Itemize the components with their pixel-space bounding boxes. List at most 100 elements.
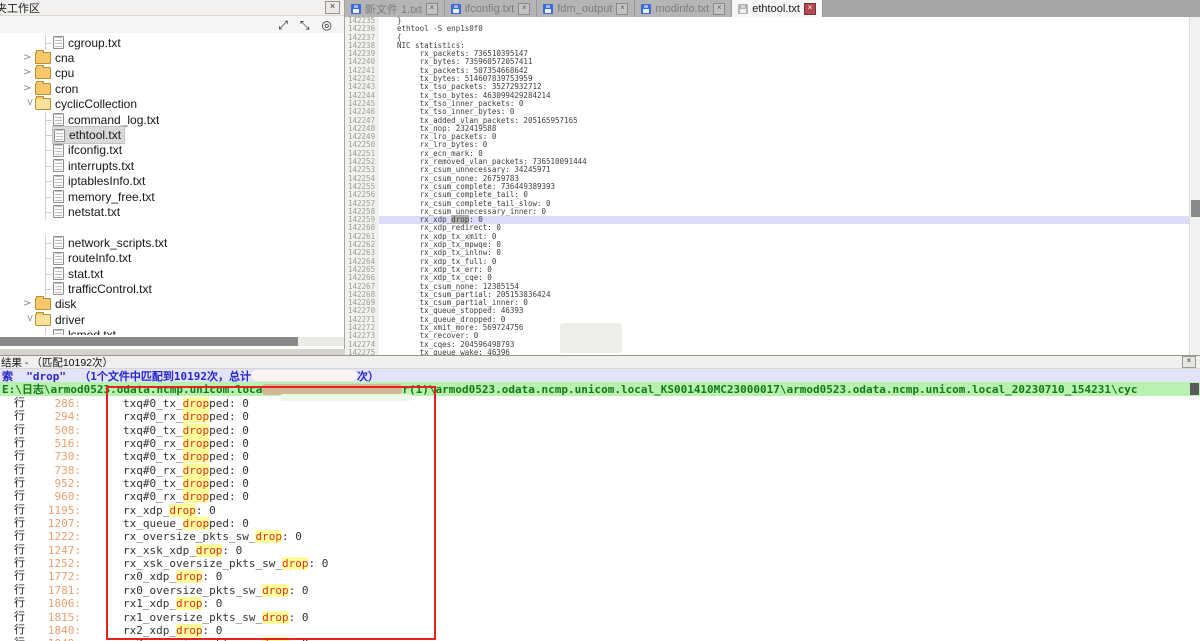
- result-row[interactable]: 行1806:rx1_xdp_drop: 0: [0, 597, 1200, 610]
- result-row[interactable]: 行294:rxq#0_rx_dropped: 0: [0, 410, 1200, 423]
- file-icon: [53, 329, 64, 335]
- tree-item-stat.txt[interactable]: stat.txt: [0, 266, 344, 281]
- tree-connector: [45, 204, 53, 219]
- tree-item-memory_free.txt[interactable]: memory_free.txt: [0, 189, 344, 204]
- match-prefix: txq#0_tx_: [123, 424, 183, 437]
- tab-新文件 1.txt[interactable]: 新文件 1.txt×: [345, 0, 445, 17]
- match-highlight: drop: [262, 637, 289, 641]
- match-highlight: drop: [183, 397, 210, 410]
- row-label: 行: [14, 490, 28, 503]
- result-row[interactable]: 行730:txq#0_tx_dropped: 0: [0, 450, 1200, 463]
- match-highlight: drop: [169, 504, 196, 517]
- tab-close-button[interactable]: ×: [426, 3, 438, 15]
- result-row[interactable]: 行1252:rx_xsk_oversize_pkts_sw_drop: 0: [0, 557, 1200, 570]
- chevron-right-icon[interactable]: >: [23, 53, 35, 63]
- tab-close-button[interactable]: ×: [713, 3, 725, 15]
- scrollbar-thumb[interactable]: [1191, 200, 1200, 217]
- result-row[interactable]: 行1849:rx2_oversize_pkts_sw_drop: 0: [0, 637, 1200, 641]
- tree-item-cna[interactable]: >cna: [0, 50, 344, 65]
- match-suffix: : 0: [282, 530, 302, 543]
- result-row[interactable]: 行738:rxq#0_rx_dropped: 0: [0, 464, 1200, 477]
- tree-item-network_scripts.txt[interactable]: network_scripts.txt: [0, 235, 344, 250]
- match-highlight: drop: [262, 611, 289, 624]
- tree-item-cgroup.txt[interactable]: cgroup.txt: [0, 35, 344, 50]
- tree-horizontal-scrollbar[interactable]: [0, 337, 344, 346]
- tree-item-driver[interactable]: >driver: [0, 312, 344, 327]
- tree-item-disk[interactable]: >disk: [0, 297, 344, 312]
- tab-close-button[interactable]: ×: [616, 3, 628, 15]
- tree-item-netstat.txt[interactable]: netstat.txt: [0, 204, 344, 219]
- save-icon: [543, 4, 553, 14]
- match-prefix: rx_oversize_pkts_sw_: [123, 530, 255, 543]
- result-row[interactable]: 行1222:rx_oversize_pkts_sw_drop: 0: [0, 530, 1200, 543]
- match-suffix: : 0: [289, 584, 309, 597]
- results-close-button[interactable]: ×: [1182, 356, 1196, 368]
- code-text: rx_xdp_redirect: 0: [379, 224, 1189, 232]
- tab-ethtool.txt[interactable]: ethtool.txt×: [732, 0, 823, 17]
- tree-connector: [45, 266, 53, 281]
- chevron-down-icon[interactable]: >: [24, 314, 34, 326]
- tree-item-command_log.txt[interactable]: command_log.txt: [0, 112, 344, 127]
- match-suffix: ped: 0: [209, 464, 249, 477]
- tree-item-trafficControl.txt[interactable]: trafficControl.txt: [0, 281, 344, 296]
- code-text: {: [379, 34, 1189, 42]
- expand-all-icon[interactable]: ⤢: [278, 19, 288, 31]
- result-row[interactable]: 行508:txq#0_tx_dropped: 0: [0, 424, 1200, 437]
- tab-modinfo.txt[interactable]: modinfo.txt×: [635, 0, 732, 17]
- tree-item-ethtool.txt[interactable]: ethtool.txt: [0, 127, 344, 142]
- row-label: 行: [14, 597, 28, 610]
- match-suffix: : 0: [202, 624, 222, 637]
- search-summary: 索 "drop" （1个文件中匹配到10192次，总计次）: [0, 369, 1200, 382]
- selected-file[interactable]: ethtool.txt: [53, 127, 124, 143]
- tree-item-iptablesInfo.txt[interactable]: iptablesInfo.txt: [0, 174, 344, 189]
- scrollbar-thumb[interactable]: [0, 337, 298, 346]
- row-content: rx1_xdp_drop: 0: [123, 597, 222, 610]
- result-row[interactable]: 行1781:rx0_oversize_pkts_sw_drop: 0: [0, 584, 1200, 597]
- match-prefix: txq#0_tx_: [123, 477, 183, 490]
- tree-item-cyclicCollection[interactable]: >cyclicCollection: [0, 97, 344, 112]
- result-row[interactable]: 行1772:rx0_xdp_drop: 0: [0, 570, 1200, 583]
- result-row[interactable]: 行960:rxq#0_rx_dropped: 0: [0, 490, 1200, 503]
- result-row[interactable]: 行1815:rx1_oversize_pkts_sw_drop: 0: [0, 611, 1200, 624]
- result-row[interactable]: 行1840:rx2_xdp_drop: 0: [0, 624, 1200, 637]
- tab-close-button[interactable]: ×: [518, 3, 530, 15]
- locate-file-icon[interactable]: ◎: [322, 19, 332, 31]
- code-text: }: [379, 17, 1189, 25]
- editor-text-area[interactable]: 142235}142236ethtool -S enp1s0f0142237{1…: [345, 17, 1189, 355]
- match-highlight: drop: [183, 437, 210, 450]
- match-highlight: drop: [196, 544, 223, 557]
- tree-item-lsmod.txt[interactable]: lsmod.txt: [0, 327, 344, 335]
- editor-vertical-scrollbar[interactable]: [1189, 17, 1200, 355]
- chevron-down-icon[interactable]: >: [24, 98, 34, 110]
- result-file-path[interactable]: E:\日志\armod0523.odata.ncmp.unicom.locar(…: [0, 382, 1200, 396]
- workspace-close-button[interactable]: ×: [325, 1, 340, 14]
- tree-connector: [45, 158, 53, 173]
- code-line: 142236ethtool -S enp1s0f0: [345, 25, 1189, 33]
- redaction-blob: [251, 370, 357, 381]
- result-row[interactable]: 行1247:rx_xsk_xdp_drop: 0: [0, 544, 1200, 557]
- tree-item-cpu[interactable]: >cpu: [0, 66, 344, 81]
- path-scroll-block: [1190, 383, 1199, 395]
- result-row[interactable]: 行1195:rx_xdp_drop: 0: [0, 504, 1200, 517]
- tab-ifconfig.txt[interactable]: ifconfig.txt×: [445, 0, 538, 17]
- tree-item-cron[interactable]: >cron: [0, 81, 344, 96]
- result-row[interactable]: 行1207:tx_queue_dropped: 0: [0, 517, 1200, 530]
- result-row[interactable]: 行516:rxq#0_rx_dropped: 0: [0, 437, 1200, 450]
- result-row[interactable]: 行286:txq#0_tx_dropped: 0: [0, 397, 1200, 410]
- result-row[interactable]: 行952:txq#0_tx_dropped: 0: [0, 477, 1200, 490]
- tree-item-interrupts.txt[interactable]: interrupts.txt: [0, 158, 344, 173]
- tree-item-routeInfo.txt[interactable]: routeInfo.txt: [0, 250, 344, 265]
- match-prefix: rxq#0_rx_: [123, 464, 183, 477]
- chevron-right-icon[interactable]: >: [23, 84, 35, 94]
- workspace-title: 夹工作区: [0, 0, 40, 16]
- tree-item-label: ifconfig.txt: [68, 143, 122, 157]
- match-highlight: drop: [255, 530, 282, 543]
- chevron-right-icon[interactable]: >: [23, 299, 35, 309]
- file-icon: [54, 129, 65, 142]
- collapse-all-icon[interactable]: ⤡: [300, 19, 310, 31]
- match-prefix: rxq#0_rx_: [123, 437, 183, 450]
- tree-item-ifconfig.txt[interactable]: ifconfig.txt: [0, 143, 344, 158]
- tab-close-button[interactable]: ×: [804, 3, 816, 15]
- chevron-right-icon[interactable]: >: [23, 68, 35, 78]
- tab-fdm_output[interactable]: fdm_output×: [537, 0, 635, 17]
